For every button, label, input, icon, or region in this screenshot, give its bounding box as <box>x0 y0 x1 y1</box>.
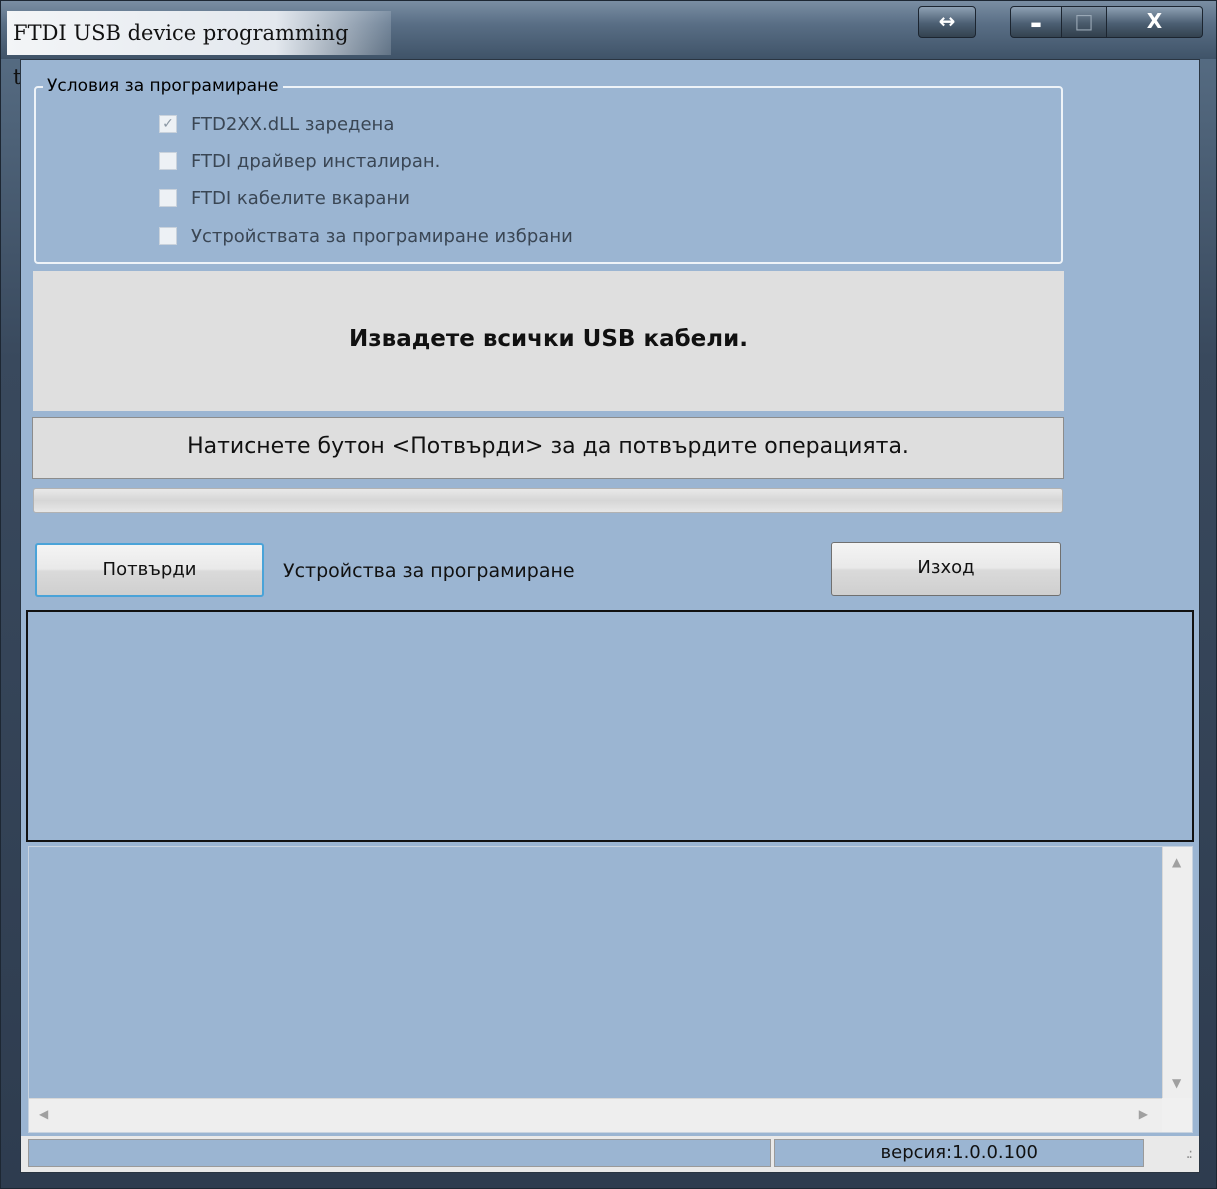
conditions-group-label: Условия за програмиране <box>43 76 283 96</box>
status-message-cell <box>28 1139 771 1167</box>
maximize-icon: □ <box>1074 9 1094 33</box>
confirm-button[interactable]: Потвърди <box>35 543 264 597</box>
exit-button[interactable]: Изход <box>831 542 1061 596</box>
resize-arrows-icon: ↔ <box>938 9 956 33</box>
resize-grip-icon[interactable]: .: <box>1186 1146 1193 1162</box>
scroll-up-icon[interactable]: ▲ <box>1172 855 1181 869</box>
checkbox-cables-inserted[interactable]: FTDI кабелите вкарани <box>159 186 410 210</box>
message-text: Извадете всички USB кабели. <box>349 326 748 352</box>
scroll-left-icon[interactable]: ◀ <box>39 1107 48 1121</box>
minimize-button[interactable]: ▬ <box>1010 6 1062 38</box>
checkbox-label: FTD2XX.dLL заредена <box>191 113 395 135</box>
checkbox-empty-icon <box>159 227 177 245</box>
scroll-down-icon[interactable]: ▼ <box>1172 1076 1181 1090</box>
log-textarea[interactable]: ▲ ▼ ◀ ▶ <box>28 846 1193 1133</box>
devices-panel[interactable] <box>26 610 1194 842</box>
horizontal-scrollbar[interactable]: ◀ ▶ <box>29 1098 1162 1132</box>
close-icon: X <box>1146 9 1163 33</box>
client-area: Условия за програмиране ✓ FTD2XX.dLL зар… <box>20 59 1200 1173</box>
progress-bar <box>33 488 1063 513</box>
instruction-box: Натиснете бутон <Потвърди> за да потвърд… <box>32 417 1064 479</box>
close-button[interactable]: X <box>1107 6 1203 38</box>
title-bar[interactable]: FTDI USB device programming tool ↔ ▬ □ X <box>1 1 1216 89</box>
status-bar: версия:1.0.0.100 .: <box>21 1136 1199 1172</box>
resize-button[interactable]: ↔ <box>918 6 976 38</box>
checkbox-label: FTDI кабелите вкарани <box>191 187 410 209</box>
app-window: FTDI USB device programming tool ↔ ▬ □ X… <box>0 0 1217 1189</box>
checkbox-label: FTDI драйвер инсталиран. <box>191 150 441 172</box>
checkbox-empty-icon <box>159 189 177 207</box>
checkbox-label: Устройствата за програмиране избрани <box>191 225 573 247</box>
devices-label: Устройства за програмиране <box>283 560 575 582</box>
checkbox-dll-loaded[interactable]: ✓ FTD2XX.dLL заредена <box>159 112 394 136</box>
message-panel: Извадете всички USB кабели. <box>33 271 1064 411</box>
checkbox-driver-installed[interactable]: FTDI драйвер инсталиран. <box>159 149 440 173</box>
status-version: версия:1.0.0.100 <box>774 1139 1144 1167</box>
vertical-scrollbar[interactable]: ▲ ▼ <box>1162 847 1192 1098</box>
maximize-button[interactable]: □ <box>1062 6 1107 38</box>
minimize-icon: ▬ <box>1030 17 1042 31</box>
checkbox-empty-icon <box>159 152 177 170</box>
checkmark-icon: ✓ <box>159 115 177 133</box>
checkbox-devices-selected[interactable]: Устройствата за програмиране избрани <box>159 224 573 248</box>
window-title: FTDI USB device programming tool <box>7 11 391 89</box>
scroll-corner <box>1162 1098 1192 1132</box>
scroll-right-icon[interactable]: ▶ <box>1139 1107 1148 1121</box>
